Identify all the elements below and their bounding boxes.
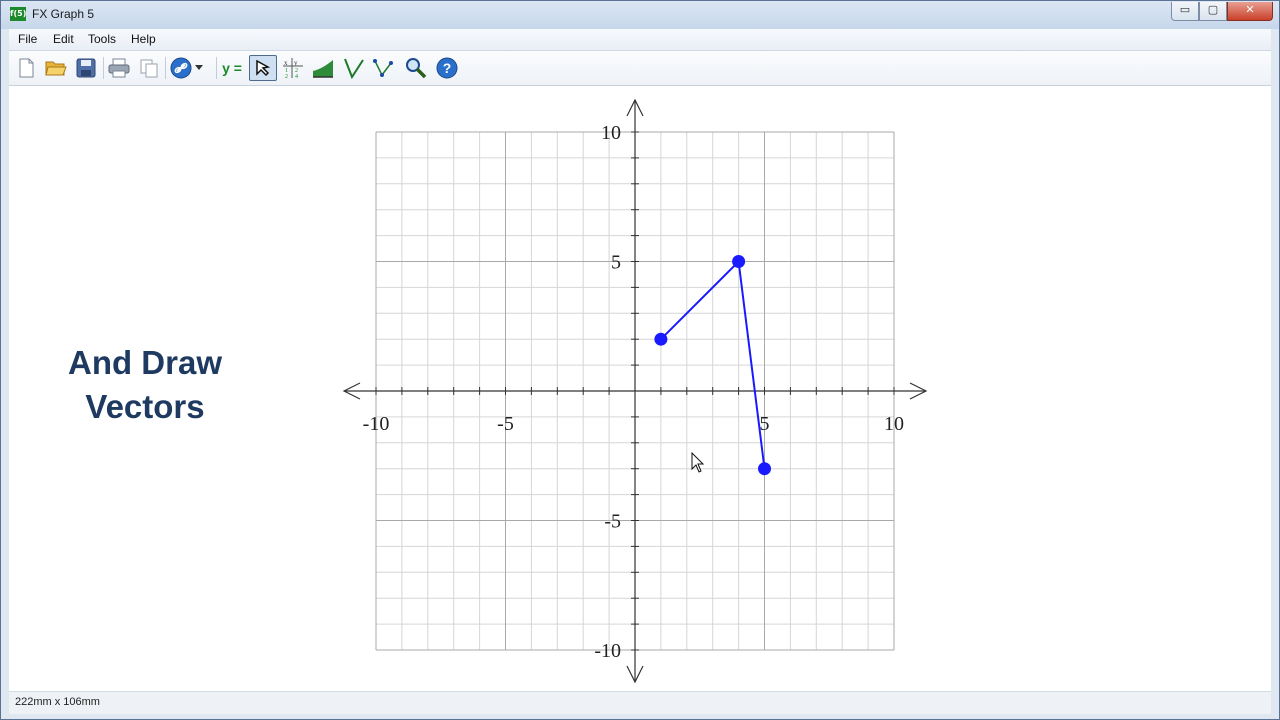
close-button[interactable]: ✕	[1227, 2, 1273, 21]
x-tick-label: -5	[497, 413, 514, 435]
area-under-curve-icon[interactable]	[311, 56, 335, 80]
vector-point	[654, 332, 668, 346]
app-logo-icon: f(5)	[10, 7, 26, 21]
menu-file[interactable]: File	[18, 32, 37, 46]
axis-labels: -10 -5 5 10 10 5 -5 -10	[363, 122, 904, 662]
menu-help[interactable]: Help	[131, 32, 156, 46]
axes	[342, 98, 928, 684]
select-pointer-icon[interactable]	[249, 55, 277, 81]
menu-edit[interactable]: Edit	[53, 32, 74, 46]
y-tick-label: 5	[611, 252, 621, 274]
status-bar: 222mm x 106mm	[9, 691, 1271, 714]
window-title: FX Graph 5	[32, 7, 95, 21]
function-editor-label: y =	[222, 60, 242, 76]
vector-point	[758, 462, 771, 476]
new-document-icon[interactable]	[14, 56, 38, 80]
point-vector-tool-icon[interactable]	[372, 56, 396, 80]
toolbar: y = xy1224 ?	[9, 51, 1271, 86]
vector-point	[732, 255, 746, 268]
zoom-icon[interactable]	[404, 56, 428, 80]
dropdown-arrow-icon[interactable]	[193, 56, 205, 80]
y-tick-label: -5	[604, 511, 621, 533]
y-tick-label: 10	[601, 122, 621, 144]
x-tick-label: 10	[884, 413, 904, 435]
app-window: f(5) FX Graph 5 ▭ ▢ ✕ File Edit Tools He…	[0, 0, 1280, 720]
help-icon[interactable]: ?	[435, 56, 459, 80]
save-icon[interactable]	[74, 56, 98, 80]
coordinate-graph: -10 -5 5 10 10 5 -5 -10	[342, 98, 928, 684]
x-tick-label: -10	[363, 413, 390, 435]
status-dimensions: 222mm x 106mm	[15, 696, 100, 708]
title-bar[interactable]: f(5) FX Graph 5 ▭ ▢ ✕	[1, 1, 1279, 29]
vector-tool-icon[interactable]	[342, 56, 366, 80]
copy-icon[interactable]	[137, 56, 161, 80]
window-edge	[1271, 29, 1279, 713]
minimize-button[interactable]: ▭	[1171, 2, 1199, 21]
mouse-cursor-icon	[691, 452, 705, 473]
table-of-values-icon[interactable]: xy1224	[281, 56, 305, 80]
link-icon[interactable]	[169, 56, 193, 80]
graph-canvas[interactable]: And Draw Vectors -10 -5 5 10 10 5 -5 -10	[9, 86, 1271, 691]
menu-bar: File Edit Tools Help	[9, 29, 1271, 51]
svg-text:2: 2	[285, 74, 288, 79]
menu-tools[interactable]: Tools	[88, 32, 116, 46]
x-tick-label: 5	[760, 413, 770, 435]
svg-text:?: ?	[443, 60, 452, 76]
print-icon[interactable]	[107, 56, 131, 80]
y-tick-label: -10	[594, 640, 621, 662]
maximize-button[interactable]: ▢	[1199, 2, 1227, 21]
function-editor-icon[interactable]: y =	[219, 56, 245, 80]
window-controls: ▭ ▢ ✕	[1171, 2, 1273, 21]
open-folder-icon[interactable]	[44, 56, 68, 80]
svg-text:4: 4	[295, 74, 298, 79]
